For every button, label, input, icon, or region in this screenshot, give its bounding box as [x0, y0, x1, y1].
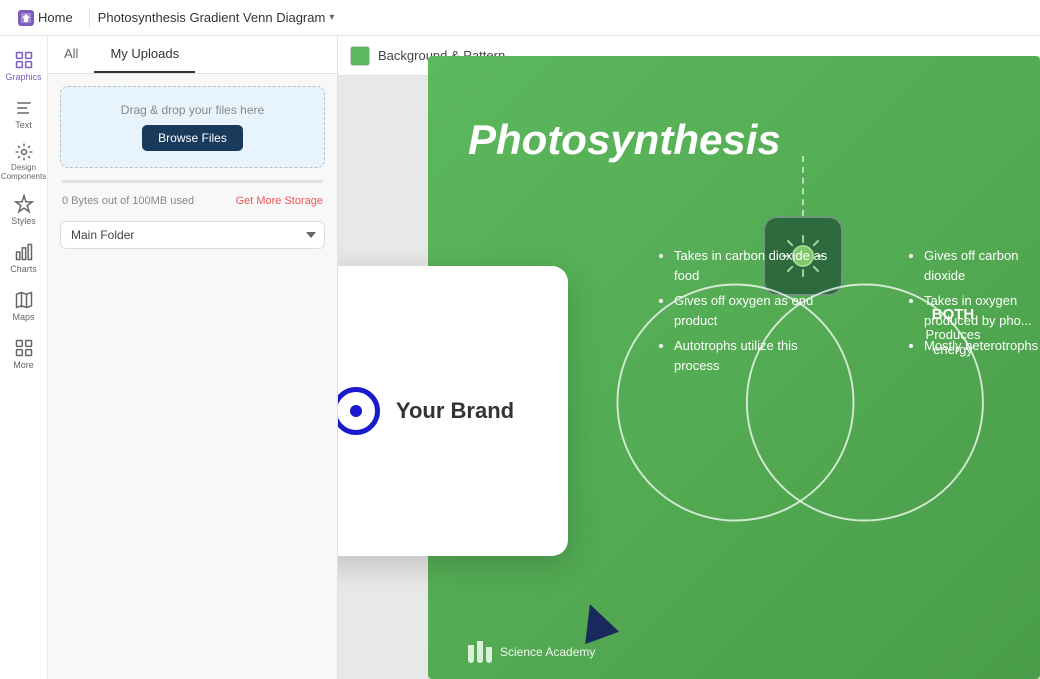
home-icon	[18, 10, 34, 26]
sidebar-item-maps[interactable]: Maps	[4, 284, 44, 328]
topbar: Home Photosynthesis Gradient Venn Diagra…	[0, 0, 1040, 36]
color-swatch[interactable]	[350, 46, 370, 66]
title-chevron[interactable]: ▾	[329, 12, 334, 23]
left-panel: All My Uploads Drag & drop your files he…	[48, 36, 338, 679]
brand-logo	[338, 387, 380, 435]
sidebar-item-charts[interactable]: Charts	[4, 236, 44, 280]
cursor-arrow-shape	[573, 598, 619, 644]
home-label: Home	[38, 10, 73, 25]
storage-row: 0 Bytes out of 100MB used Get More Stora…	[48, 189, 337, 213]
right-item-1: Gives off carbon dioxide	[924, 246, 1040, 285]
brand-name: Your Brand	[396, 398, 514, 424]
left-circle-text: Takes in carbon dioxide as food Gives of…	[658, 246, 838, 381]
tab-my-uploads[interactable]: My Uploads	[94, 36, 195, 73]
science-academy-label: Science Academy	[500, 645, 595, 659]
document-title: Photosynthesis Gradient Venn Diagram ▾	[98, 10, 335, 25]
brand-card: Your Brand	[338, 266, 568, 556]
right-circle-text: Gives off carbon dioxide Takes in oxygen…	[910, 246, 1040, 362]
slide-title: Photosynthesis	[468, 116, 781, 164]
right-item-2: Takes in oxygen produced by pho...	[924, 291, 1040, 330]
left-item-1: Takes in carbon dioxide as food	[674, 246, 838, 285]
tab-all[interactable]: All	[48, 36, 94, 73]
upload-drag-text: Drag & drop your files here	[77, 103, 308, 117]
sidebar-item-design[interactable]: Design Components	[4, 140, 44, 184]
arrow-cursor	[578, 603, 614, 639]
storage-progress-bar	[62, 180, 323, 183]
left-item-3: Autotrophs utilize this process	[674, 336, 838, 375]
canvas-area: Background & Pattern Photosynthesis	[338, 36, 1040, 679]
left-item-2: Gives off oxygen as end product	[674, 291, 838, 330]
storage-used-text: 0 Bytes out of 100MB used	[62, 195, 194, 207]
get-more-storage-link[interactable]: Get More Storage	[236, 195, 323, 207]
topbar-divider	[89, 8, 90, 28]
brand-logo-inner	[346, 401, 366, 421]
right-item-3: Mostly heterotrophs	[924, 336, 1040, 356]
folder-row: Main Folder	[48, 213, 337, 257]
folder-select[interactable]: Main Folder	[60, 221, 325, 249]
upload-area: Drag & drop your files here Browse Files	[60, 86, 325, 168]
tabs-row: All My Uploads	[48, 36, 337, 74]
sidebar-item-styles[interactable]: Styles	[4, 188, 44, 232]
home-button[interactable]: Home	[10, 6, 81, 30]
sidebar-item-text[interactable]: Text	[4, 92, 44, 136]
sidebar-item-graphics[interactable]: Graphics	[4, 44, 44, 88]
venn-container: Takes in carbon dioxide as food Gives of…	[568, 186, 1040, 619]
icon-sidebar: Graphics Text Design Components Styles	[0, 36, 48, 679]
sidebar-item-more[interactable]: More	[4, 332, 44, 376]
browse-files-button[interactable]: Browse Files	[142, 125, 243, 151]
test-tubes-icon	[468, 641, 492, 663]
slide-footer: Science Academy	[468, 641, 595, 663]
